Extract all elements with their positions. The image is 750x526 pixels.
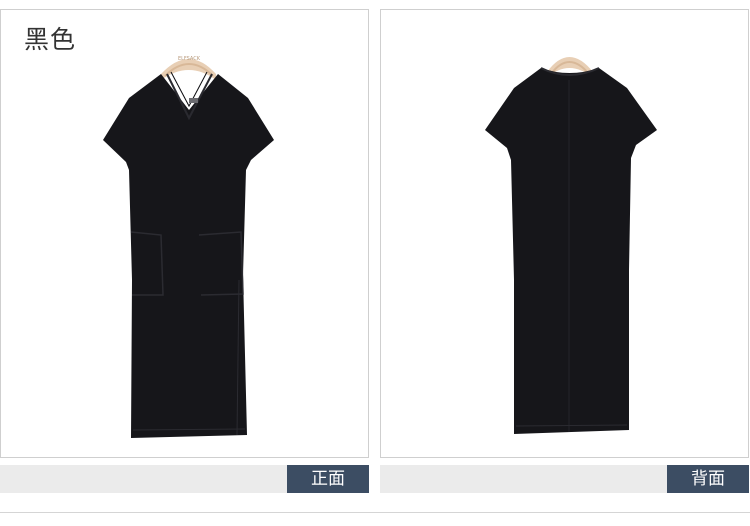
front-view-label: 正面 [287, 465, 369, 493]
back-dress-image [485, 57, 657, 434]
front-caption-bar: 正面 [0, 465, 369, 493]
back-caption-bar: 背面 [380, 465, 749, 493]
back-view-label: 背面 [667, 465, 749, 493]
back-view-panel [380, 9, 749, 458]
dress-front-shape [103, 74, 274, 438]
dress-back-shape [485, 68, 657, 434]
front-view-panel: 黑色 ELFSACK [0, 9, 369, 458]
bottom-divider [0, 512, 750, 513]
front-dress-image: ELFSACK [103, 56, 274, 438]
svg-text:ELFSACK: ELFSACK [178, 56, 201, 62]
